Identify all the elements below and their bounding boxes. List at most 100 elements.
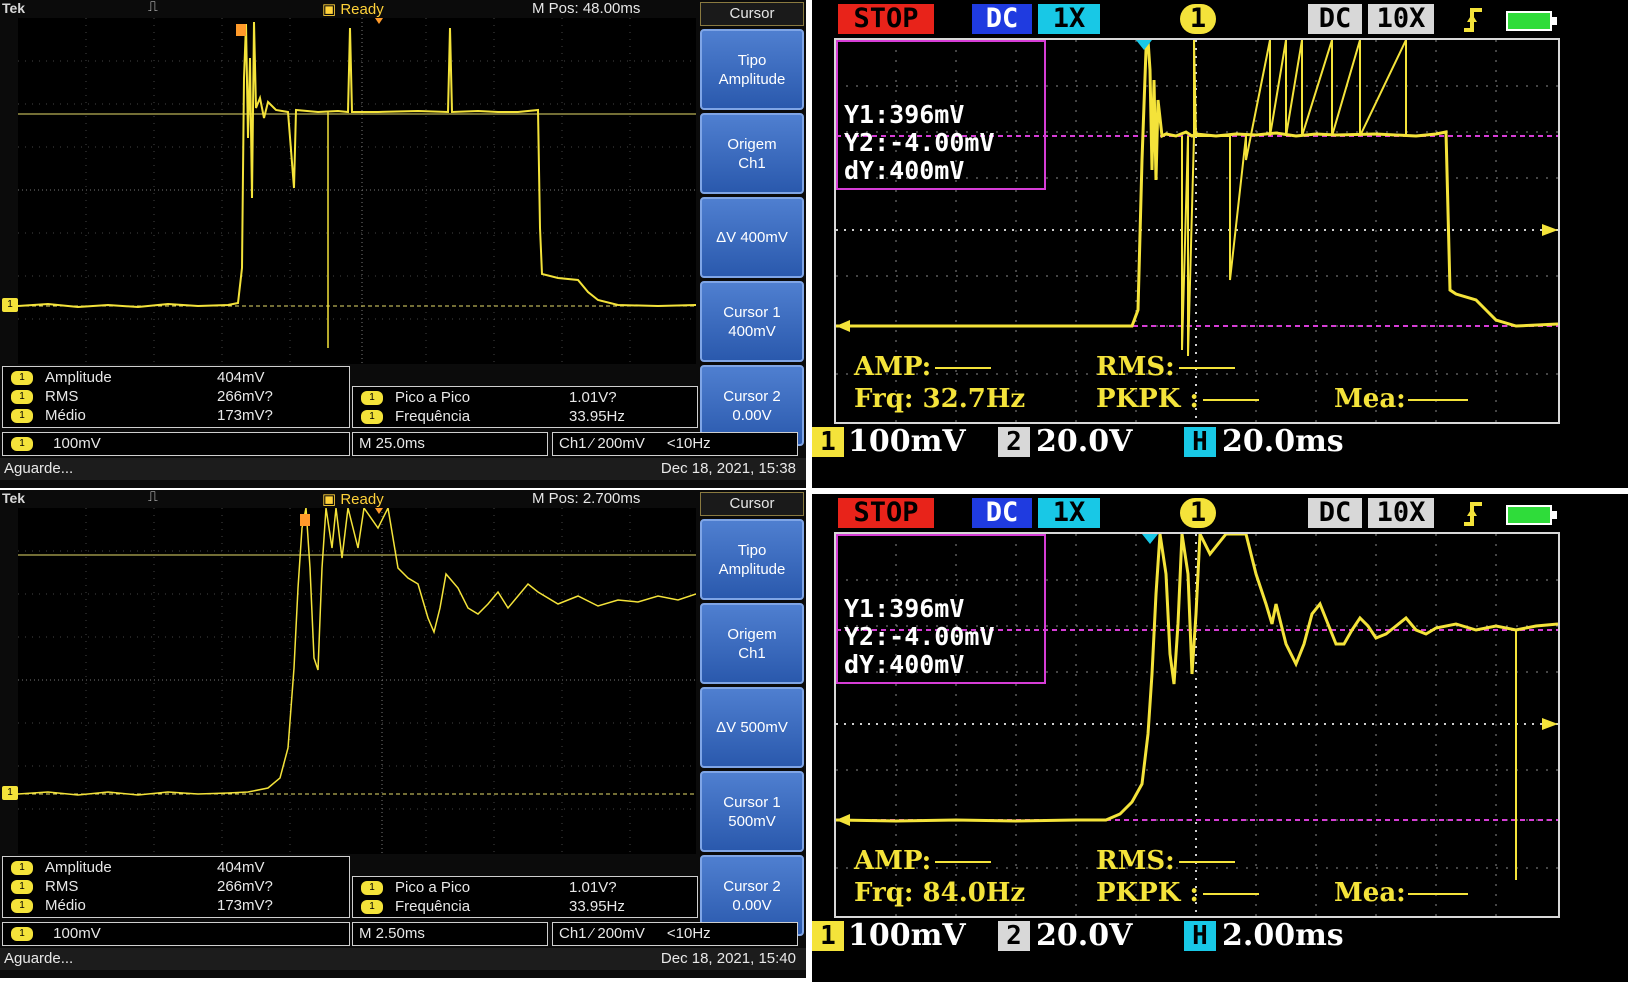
ch1-volts-div[interactable]: 100mV	[848, 918, 966, 954]
dso-top-bar: STOP DC 1X 1 DC 10X	[812, 494, 1628, 530]
cursor-type-button[interactable]: Tipo Amplitude	[700, 519, 804, 600]
ch1-scale: 100mV	[53, 925, 101, 942]
cursor-y1-value: Y1:396mV	[844, 594, 965, 623]
rising-edge-icon	[1464, 502, 1482, 526]
ch1-ground-marker-icon	[836, 320, 850, 332]
probe-badge[interactable]: 1X	[1038, 498, 1100, 528]
timebase-value[interactable]: 2.00ms	[1222, 918, 1344, 954]
footer-datetime: Dec 18, 2021, 15:40	[660, 950, 796, 967]
rising-edge-icon	[1464, 8, 1482, 32]
cursor-readout-box: Y1:396mV Y2:-4.00mV dY:400mV	[836, 534, 1046, 684]
ch2-volts-div[interactable]: 20.0V	[1036, 424, 1132, 460]
cursor-source-button[interactable]: Origem Ch1	[700, 603, 804, 684]
measurement-row: 1 Frequência 33.95Hz	[361, 898, 625, 917]
trigger-marker-icon	[375, 508, 383, 514]
waveform-display	[18, 18, 696, 364]
ch1-volts-div[interactable]: 100mV	[848, 424, 966, 460]
ch1-scale: 100mV	[53, 435, 101, 452]
cursor-delta-button[interactable]: ΔV 400mV	[700, 197, 804, 278]
trigger-position-icon	[300, 514, 310, 526]
timebase-readout[interactable]: M 25.0ms	[352, 432, 548, 456]
measurement-row: 1 Amplitude 404mV	[11, 859, 265, 878]
timebase-readout[interactable]: M 2.50ms	[352, 922, 548, 946]
dso-waveform-display: Y1:396mV Y2:-4.00mV dY:400mV AMP: RMS: F…	[834, 38, 1560, 424]
dso-bottom-bar: 1 100mV 2 20.0V H 2.00ms	[812, 918, 1628, 954]
ch1-chip: 1	[812, 427, 844, 457]
frequency-measurement: Frq: 32.7Hz	[854, 384, 1026, 414]
ch1-scale-readout[interactable]: 1 100mV	[2, 432, 350, 456]
ch2-coupling-badge[interactable]: DC	[1308, 4, 1362, 34]
cursor-side-menu: Cursor Tipo Amplitude Origem Ch1 ΔV 400mV …	[700, 2, 804, 446]
amp-measurement: AMP:	[854, 352, 992, 382]
brand-label: Tek	[2, 490, 26, 506]
measurement-panel-right: 1 Pico a Pico 1.01V? 1 Frequência 33.95Hz	[352, 876, 698, 918]
ch1-scale-readout[interactable]: 1 100mV	[2, 922, 350, 946]
measurement-panel-left: 1 Amplitude 404mV 1 RMS 266mV? 1 Médio 173mV?	[2, 366, 350, 428]
rms-measurement: RMS:	[1096, 846, 1235, 876]
ch1-ground-marker: 1	[2, 298, 18, 312]
acquisition-status: ▣ Ready	[322, 1, 384, 18]
trigger-readout[interactable]: Ch1 ⁄ 200mV <10Hz	[552, 432, 798, 456]
waveform-graticule	[18, 508, 696, 854]
battery-icon	[1506, 11, 1557, 31]
pkpk-measurement: PKPK :	[1096, 384, 1259, 414]
horizontal-position: M Pos: 2.700ms	[532, 490, 641, 507]
side-menu-title: Cursor	[700, 2, 804, 26]
channel-badge[interactable]: 1	[1180, 498, 1216, 528]
ch2-probe-badge[interactable]: 10X	[1368, 4, 1434, 34]
cursor-source-button[interactable]: Origem Ch1	[700, 113, 804, 194]
handheld-scope-panel-2: STOP DC 1X 1 DC 10X Y1:396mV Y2:-4.00mV …	[812, 494, 1628, 982]
trigger-pulse-icon: ⎍	[148, 490, 158, 504]
measurement-row: 1 Frequência 33.95Hz	[361, 408, 625, 427]
cursor-delta-button[interactable]: ΔV 500mV	[700, 687, 804, 768]
trigger-point-icon	[1142, 534, 1158, 544]
measurement-row: 1 Médio 173mV?	[11, 897, 273, 916]
ch2-volts-div[interactable]: 20.0V	[1036, 918, 1132, 954]
channel-badge[interactable]: 1	[1180, 4, 1216, 34]
footer-datetime: Dec 18, 2021, 15:38	[660, 460, 796, 477]
probe-badge[interactable]: 1X	[1038, 4, 1100, 34]
cursor1-button[interactable]: Cursor 1 400mV	[700, 281, 804, 362]
footer-message: Aguarde...	[4, 950, 74, 967]
status-footer: Aguarde... Dec 18, 2021, 15:38	[0, 458, 806, 480]
cursor-side-menu: Cursor Tipo Amplitude Origem Ch1 ΔV 500mV …	[700, 492, 804, 936]
measurement-row: 1 Pico a Pico 1.01V?	[361, 389, 617, 408]
acquisition-status: ▣ Ready	[322, 491, 384, 508]
timebase-value[interactable]: 20.0ms	[1222, 424, 1344, 460]
tek-scope-panel-1: Tek ⎍ ▣ Ready M Pos: 48.00ms 1 Cursor Ti…	[0, 0, 806, 488]
trigger-position-icon	[236, 24, 246, 36]
coupling-badge[interactable]: DC	[972, 4, 1032, 34]
ch1-ground-marker: 1	[2, 786, 18, 800]
side-menu-title: Cursor	[700, 492, 804, 516]
ch2-probe-badge[interactable]: 10X	[1368, 498, 1434, 528]
cursor1-button[interactable]: Cursor 1 500mV	[700, 771, 804, 852]
cursor-y1-value: Y1:396mV	[844, 100, 965, 129]
measurement-row: 1 Médio 173mV?	[11, 407, 273, 426]
trigger-readout[interactable]: Ch1 ⁄ 200mV <10Hz	[552, 922, 798, 946]
measurement-row: 1 RMS 266mV?	[11, 878, 273, 897]
trigger-pulse-icon: ⎍	[148, 0, 158, 14]
run-stop-badge[interactable]: STOP	[838, 4, 934, 34]
ch2-chip: 2	[998, 921, 1030, 951]
measurement-row: 1 Amplitude 404mV	[11, 369, 265, 388]
tek-top-bar: Tek ⎍ ▣ Ready M Pos: 48.00ms	[0, 0, 700, 18]
timebase-chip: H	[1184, 921, 1216, 951]
cursor-y2-value: Y2:-4.00mV	[844, 622, 995, 651]
ch2-coupling-badge[interactable]: DC	[1308, 498, 1362, 528]
timebase-chip: H	[1184, 427, 1216, 457]
rms-measurement: RMS:	[1096, 352, 1235, 382]
ch1-chip: 1	[812, 921, 844, 951]
ch1-level-marker-icon	[1542, 224, 1558, 236]
frequency-measurement: Frq: 84.0Hz	[854, 878, 1026, 908]
run-stop-badge[interactable]: STOP	[838, 498, 934, 528]
measurement-row: 1 Pico a Pico 1.01V?	[361, 879, 617, 898]
status-footer: Aguarde... Dec 18, 2021, 15:40	[0, 948, 806, 970]
measurement-panel-left: 1 Amplitude 404mV 1 RMS 266mV? 1 Médio 173mV?	[2, 856, 350, 918]
coupling-badge[interactable]: DC	[972, 498, 1032, 528]
waveform-graticule	[18, 18, 696, 364]
tek-top-bar: Tek ⎍ ▣ Ready M Pos: 2.700ms	[0, 490, 700, 508]
cursor-dy-value: dY:400mV	[844, 650, 965, 679]
mean-measurement: Mea:	[1334, 384, 1468, 414]
cursor-type-button[interactable]: Tipo Amplitude	[700, 29, 804, 110]
amp-measurement: AMP:	[854, 846, 992, 876]
